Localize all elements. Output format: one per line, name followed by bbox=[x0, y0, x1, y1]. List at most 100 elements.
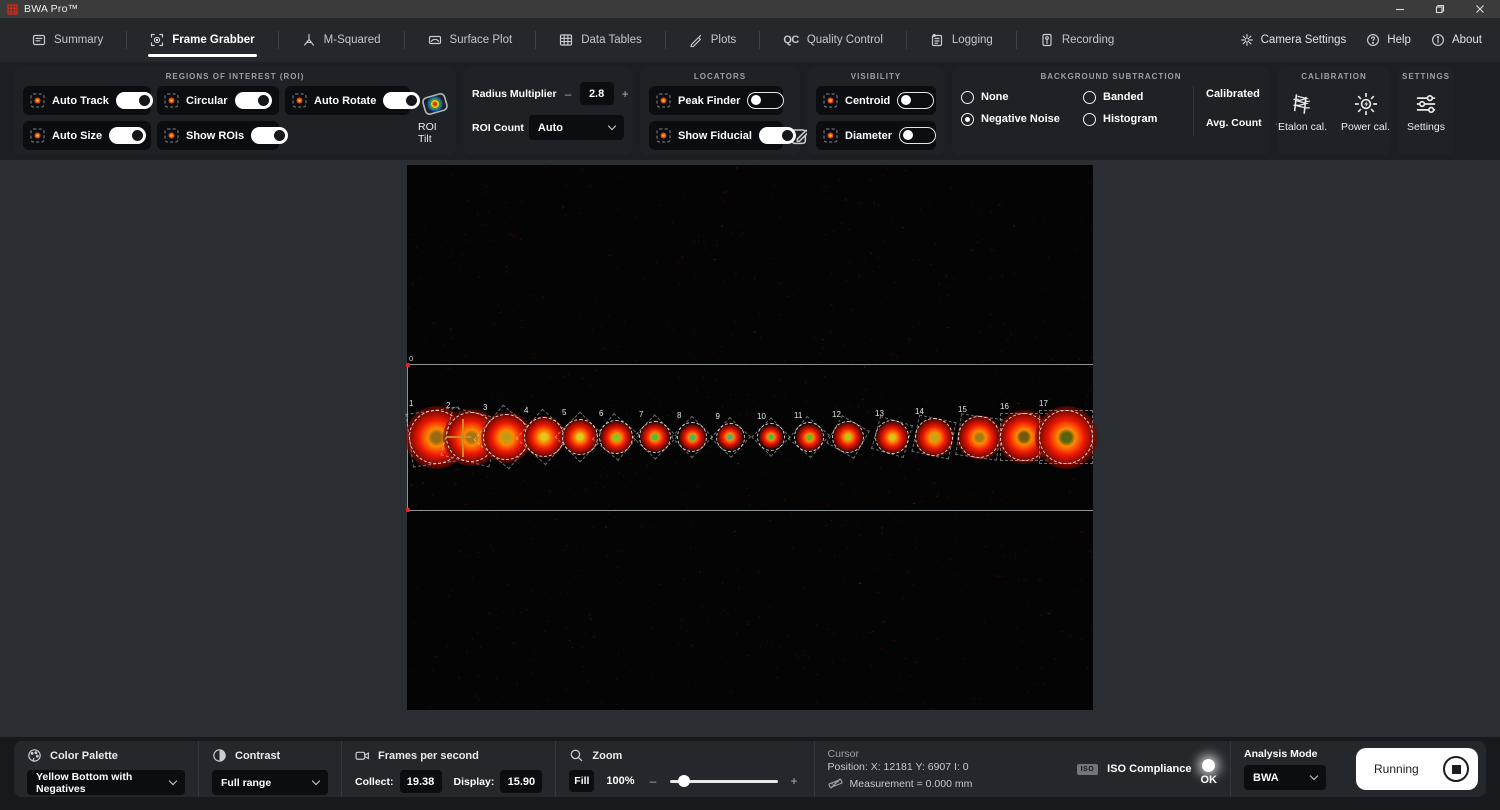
settings-label: Settings bbox=[1407, 121, 1445, 133]
recording-icon bbox=[1040, 33, 1054, 47]
auto-size-icon bbox=[30, 128, 45, 143]
zoom-increase-button[interactable]: + bbox=[788, 774, 801, 788]
zoom-decrease-button[interactable]: – bbox=[647, 774, 660, 788]
radio-label: None bbox=[981, 91, 1009, 103]
radius-decrease-button[interactable]: – bbox=[562, 87, 575, 101]
action-label: Camera Settings bbox=[1261, 34, 1347, 46]
tab-divider bbox=[665, 31, 666, 49]
band-corner-marker bbox=[406, 363, 410, 367]
cursor-title: Cursor bbox=[828, 748, 1051, 760]
auto-rotate-toggle[interactable] bbox=[383, 92, 420, 109]
diameter-icon bbox=[823, 128, 838, 143]
window-controls bbox=[1380, 0, 1500, 18]
camera-settings-button[interactable]: Camera Settings bbox=[1240, 33, 1347, 47]
roi-panel: REGIONS OF INTEREST (ROI) Auto TrackCirc… bbox=[14, 67, 456, 155]
tab-divider bbox=[1016, 31, 1017, 49]
etalon-icon bbox=[1289, 91, 1315, 117]
settings-panel-title: SETTINGS bbox=[1402, 72, 1450, 81]
contrast-select[interactable]: Full range bbox=[212, 770, 328, 795]
show-rois-icon bbox=[164, 128, 179, 143]
centroid-toggle[interactable] bbox=[897, 92, 934, 109]
chip-label: Auto Rotate bbox=[314, 95, 376, 107]
none-radio[interactable]: None bbox=[961, 91, 1083, 104]
fps-display-label: Display: bbox=[454, 776, 495, 788]
chevron-down-icon bbox=[608, 122, 616, 130]
auto-size-toggle[interactable] bbox=[109, 127, 146, 144]
tab-frame-grabber[interactable]: Frame Grabber bbox=[140, 18, 264, 62]
roi-number-label: 6 bbox=[599, 409, 603, 418]
iso-status-indicator bbox=[1202, 759, 1215, 772]
radio-ring-icon bbox=[1083, 91, 1096, 104]
auto-size-chip: Auto Size bbox=[23, 121, 151, 150]
tab-label: Data Tables bbox=[581, 34, 642, 46]
roi-outline-circle bbox=[639, 421, 671, 453]
color-palette-value: Yellow Bottom with Negatives bbox=[36, 771, 170, 795]
camera-image[interactable]: 0 1234567891011121314151617 bbox=[407, 165, 1093, 710]
roi-number-label: 4 bbox=[524, 406, 528, 415]
surface-plot-icon bbox=[428, 33, 442, 47]
chevron-down-icon bbox=[1310, 772, 1318, 780]
chip-label: Diameter bbox=[845, 130, 892, 142]
analysis-mode-select[interactable]: BWA bbox=[1244, 765, 1326, 790]
tab-label: Surface Plot bbox=[450, 34, 513, 46]
roi-count-select[interactable]: Auto bbox=[529, 115, 624, 140]
zoom-fill-button[interactable]: Fill bbox=[569, 770, 594, 792]
fiducial-marker bbox=[462, 419, 464, 457]
fps-display-value[interactable]: 15.90 bbox=[500, 770, 542, 793]
color-palette-select[interactable]: Yellow Bottom with Negatives bbox=[27, 770, 185, 795]
peak-finder-toggle[interactable] bbox=[747, 92, 784, 109]
about-button[interactable]: About bbox=[1431, 33, 1482, 47]
roi-number-label: 3 bbox=[483, 403, 487, 412]
tab-divider bbox=[906, 31, 907, 49]
chip-label: Show ROIs bbox=[186, 130, 244, 142]
circular-toggle[interactable] bbox=[235, 92, 272, 109]
radius-increase-button[interactable]: + bbox=[619, 87, 632, 101]
radius-panel: Radius Multiplier – 2.8 + ROI Count Auto bbox=[463, 67, 633, 155]
settings-button[interactable]: Settings bbox=[1407, 91, 1445, 133]
tab-logging[interactable]: Logging bbox=[920, 18, 1003, 62]
avg-count-label: Avg. Count bbox=[1206, 117, 1268, 129]
zoom-slider-knob[interactable] bbox=[678, 775, 690, 787]
auto-rotate-chip: Auto Rotate bbox=[285, 86, 410, 115]
restore-button[interactable] bbox=[1420, 0, 1460, 18]
roi-number-label: 2 bbox=[446, 401, 450, 410]
tab-m-squared[interactable]: M-Squared bbox=[292, 18, 391, 62]
roi-outline-circle bbox=[757, 423, 785, 451]
roi-outline-circle bbox=[716, 423, 745, 452]
power-cal-button[interactable]: Power cal. bbox=[1341, 91, 1390, 133]
banded-radio[interactable]: Banded bbox=[1083, 91, 1191, 104]
tab-data-tables[interactable]: Data Tables bbox=[549, 18, 652, 62]
tab-summary[interactable]: Summary bbox=[22, 18, 113, 62]
tab-surface-plot[interactable]: Surface Plot bbox=[418, 18, 523, 62]
diameter-toggle[interactable] bbox=[899, 127, 936, 144]
bgsub-panel-title: BACKGROUND SUBTRACTION bbox=[961, 72, 1261, 81]
roi-number-label: 12 bbox=[832, 410, 841, 419]
etalon-cal-button[interactable]: Etalon cal. bbox=[1278, 91, 1327, 133]
tab-recording[interactable]: Recording bbox=[1030, 18, 1124, 62]
window-title: BWA Pro™ bbox=[24, 3, 78, 15]
fiducial-marker bbox=[446, 436, 471, 438]
close-icon[interactable] bbox=[1460, 0, 1500, 18]
negative-noise-radio[interactable]: Negative Noise bbox=[961, 113, 1083, 126]
help-button[interactable]: Help bbox=[1366, 33, 1411, 47]
show-rois-toggle[interactable] bbox=[251, 127, 288, 144]
minimize-button[interactable] bbox=[1380, 0, 1420, 18]
help-icon bbox=[1366, 33, 1380, 47]
tab-quality-control[interactable]: QCQuality Control bbox=[773, 18, 893, 62]
auto-track-toggle[interactable] bbox=[116, 92, 153, 109]
auto-track-chip: Auto Track bbox=[23, 86, 151, 115]
roi-tilt-button[interactable]: ROI Tilt bbox=[418, 89, 452, 145]
roi-number-label: 17 bbox=[1039, 399, 1048, 408]
histogram-radio[interactable]: Histogram bbox=[1083, 113, 1191, 126]
show-fiducial-toggle[interactable] bbox=[759, 127, 796, 144]
roi-outline-circle bbox=[832, 421, 864, 453]
iso-status-text: OK bbox=[1201, 774, 1218, 786]
run-stop-button[interactable]: Running bbox=[1356, 748, 1478, 790]
radius-multiplier-value[interactable]: 2.8 bbox=[580, 82, 614, 105]
zoom-slider[interactable] bbox=[670, 775, 778, 787]
chevron-down-icon bbox=[312, 777, 320, 785]
fps-collect-value[interactable]: 19.38 bbox=[400, 770, 442, 793]
tab-plots[interactable]: Plots bbox=[679, 18, 747, 62]
circular-chip: Circular bbox=[157, 86, 279, 115]
contrast-value: Full range bbox=[221, 777, 271, 789]
